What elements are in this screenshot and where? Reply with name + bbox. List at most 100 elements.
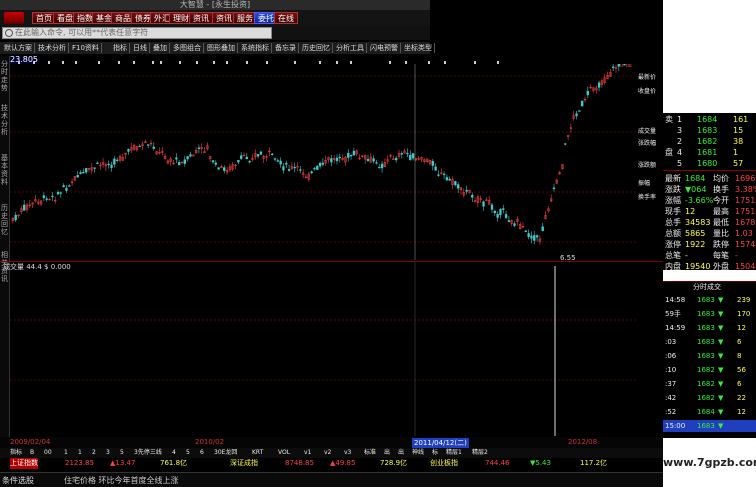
candle-body — [513, 223, 516, 226]
stat-key2: 量比 — [713, 229, 729, 238]
orderbook-row[interactable]: 3 1683 15 — [663, 125, 756, 136]
toolbar-item-3[interactable]: 指标 — [111, 43, 130, 53]
candle-body — [431, 160, 434, 166]
candle-body — [183, 159, 186, 164]
indicator-tab-17[interactable]: v3 — [344, 449, 351, 457]
toolbar-item-4[interactable]: 日线 — [131, 43, 150, 53]
candle-body — [276, 160, 279, 162]
left-tab-2[interactable]: 基本资料 — [0, 154, 9, 186]
stat-row: 现手 12 最高 1751 — [663, 206, 756, 217]
indicator-tab-18[interactable]: 标准 — [364, 449, 376, 457]
orderbook-row[interactable]: 卖 1 1684 161 — [663, 114, 756, 125]
left-tab-0[interactable]: 分时走势 — [0, 60, 9, 92]
indicator-tab-9[interactable]: 4 — [172, 449, 176, 457]
candle-body — [493, 210, 496, 214]
stat-key2: 换手 — [713, 185, 729, 194]
tick-volume: 12 — [737, 324, 746, 332]
command-input[interactable]: 在此输入命令, 可以用**代表任意字符 — [2, 27, 272, 39]
toolbar-item-7[interactable]: 图形叠加 — [205, 43, 238, 53]
index-name[interactable]: 创业板指 — [430, 458, 458, 469]
trading-app: 大智慧 - [永生投资] 首页 看盘 指数 基金 商品 债券 外汇 理财 资讯 资讯 服务 委托 在线 … — [0, 0, 756, 487]
indicator-tab-24[interactable]: 精层2 — [472, 449, 488, 457]
candle-body — [623, 64, 626, 66]
date-left: 2009/02/04 — [10, 438, 51, 446]
toolbar-item-1[interactable]: 技术分析 — [36, 43, 69, 53]
indicator-tab-10[interactable]: 5 — [186, 449, 190, 457]
left-tab-3[interactable]: 历史回忆 — [0, 204, 9, 236]
stat-value: 12 — [685, 207, 696, 216]
toolbar-item-11[interactable]: 分析工具 — [334, 43, 367, 53]
candle-body — [316, 165, 319, 170]
candle-body — [330, 158, 333, 163]
candle-body — [445, 177, 449, 181]
indicator-tab-13[interactable]: KRT — [252, 449, 263, 457]
candle-body — [527, 233, 530, 237]
orderbook-row[interactable]: 盘 4 1681 1 — [663, 147, 756, 158]
toolbar-item-10[interactable]: 历史回忆 — [300, 43, 333, 53]
orderbook-row[interactable]: 5 1680 57 — [663, 158, 756, 169]
indicator-tab-23[interactable]: 精层1 — [446, 449, 462, 457]
indicator-tab-21[interactable]: 神线 — [412, 449, 424, 457]
indicator-tab-1[interactable]: B — [30, 449, 34, 457]
indicator-tab-8[interactable]: 3先停三线 — [134, 449, 162, 457]
tick-price: 1683 — [697, 422, 715, 430]
candle-body — [490, 204, 494, 210]
toolbar-item-8[interactable]: 系统指标 — [239, 43, 272, 53]
menu-item-8[interactable]: 资讯 — [189, 12, 213, 24]
toolbar-item-9[interactable]: 备忘录 — [273, 43, 299, 53]
candle-body — [372, 158, 375, 162]
indicator-tab-5[interactable]: 2 — [92, 449, 96, 457]
orderbook-row[interactable]: 2 1682 38 — [663, 136, 756, 147]
down-arrow-icon: ▼ — [718, 338, 724, 346]
kline-chart[interactable] — [10, 64, 638, 260]
toolbar-item-2[interactable]: F10资料 — [70, 43, 102, 53]
indicator-tab-6[interactable]: 3 — [106, 449, 110, 457]
toolbar-item-5[interactable]: 叠加 — [151, 43, 170, 53]
order-book: 卖 1 1684 161 3 1683 15 2 1682 38 盘 4 1681 1 5 1680 57 最新 1… — [663, 113, 756, 271]
toolbar-item-0[interactable]: 默认方案 — [2, 43, 35, 53]
tick-time: :37 — [665, 380, 677, 388]
candle-body — [338, 156, 341, 159]
news-ticker[interactable]: 住宅价格 环比今年首度全线上涨 — [64, 475, 179, 486]
status-left[interactable]: 条件选股 — [2, 475, 34, 486]
indicator-tab-14[interactable]: VOL — [278, 449, 290, 457]
candle-body — [409, 154, 412, 161]
indicator-tab-4[interactable]: 1 — [78, 449, 82, 457]
toolbar-item-13[interactable]: 坐标类型 — [402, 43, 435, 53]
indicator-tab-7[interactable]: 5 — [120, 449, 124, 457]
indicator-tab-11[interactable]: 6 — [200, 449, 204, 457]
volume-panel[interactable] — [10, 262, 638, 436]
menu-item-12[interactable]: 在线 — [274, 12, 298, 24]
indicator-tab-12[interactable]: 30E龙回 — [214, 449, 237, 457]
down-arrow-icon: ▼ — [718, 408, 724, 416]
candle-body — [256, 154, 260, 157]
candle-body — [240, 155, 243, 159]
left-tab-1[interactable]: 技术分析 — [0, 104, 9, 136]
stat-value2: - — [735, 251, 738, 260]
toolbar-item-6[interactable]: 多图组合 — [171, 43, 204, 53]
indicator-tab-20[interactable]: 出 — [398, 449, 404, 457]
indicator-tab-16[interactable]: v2 — [324, 449, 331, 457]
candle-body — [347, 152, 350, 158]
candle-body — [406, 152, 409, 155]
indicator-tab-0[interactable]: 指标 — [10, 449, 22, 457]
indicator-tab-19[interactable]: 出 — [384, 449, 390, 457]
candle-body — [282, 166, 285, 171]
index-name-selected[interactable]: 上证指数 — [10, 458, 38, 469]
tick-time: 14:58 — [665, 296, 686, 304]
ob-level: 4 — [677, 148, 683, 157]
candle-body — [127, 149, 130, 152]
indicator-tab-15[interactable]: v1 — [304, 449, 311, 457]
status-bar: 条件选股 住宅价格 环比今年首度全线上涨 — [0, 472, 663, 487]
stat-key2: 最低 — [713, 218, 729, 227]
tick-volume: 6 — [737, 338, 742, 346]
toolbar-item-12[interactable]: 闪电预警 — [368, 43, 401, 53]
indicator-tab-2[interactable]: 00 — [44, 449, 52, 457]
indicator-tab-22[interactable]: 标 — [432, 449, 438, 457]
index-name[interactable]: 深证成指 — [230, 458, 258, 469]
candle-body — [82, 172, 85, 174]
indicator-tab-3[interactable]: 1 — [64, 449, 68, 457]
candle-body — [375, 162, 378, 164]
search-icon — [5, 29, 13, 37]
ticks-header: 分时成交 — [693, 283, 721, 291]
